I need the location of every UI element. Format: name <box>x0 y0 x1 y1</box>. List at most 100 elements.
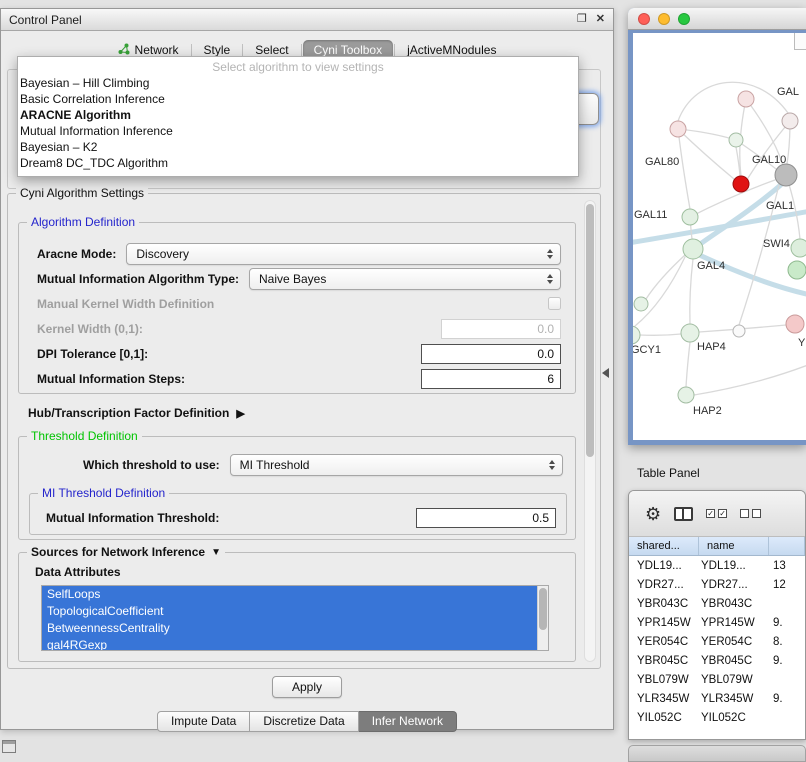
dpi-tolerance-row: DPI Tolerance [0,1]: 0.0 <box>19 341 575 366</box>
bottom-tab-infer-network[interactable]: Infer Network <box>359 711 457 732</box>
sources-legend[interactable]: Sources for Network Inference ▼ <box>27 545 225 559</box>
network-node[interactable] <box>678 387 694 403</box>
which-threshold-value: MI Threshold <box>240 458 310 472</box>
network-node[interactable] <box>634 297 648 311</box>
network-node[interactable] <box>733 176 749 192</box>
algorithm-option[interactable]: Dream8 DC_TDC Algorithm <box>18 155 578 171</box>
gear-icon[interactable]: ⚙ <box>645 505 661 523</box>
float-window-icon[interactable]: ❐ <box>577 14 587 25</box>
network-edge <box>694 365 806 395</box>
table-cell: YBR043C <box>699 598 769 610</box>
bottom-window-edge <box>628 745 806 762</box>
zoom-traffic-light-icon[interactable] <box>678 13 690 25</box>
hub-definition-section[interactable]: Hub/Transcription Factor Definition ▶ <box>28 406 245 420</box>
tab-separator <box>394 44 395 57</box>
mi-threshold-field[interactable]: 0.5 <box>416 508 556 528</box>
network-node[interactable] <box>633 326 640 344</box>
network-node[interactable] <box>788 261 806 279</box>
control-panel-titlebar: Control Panel ❐ ✕ <box>1 9 613 31</box>
network-canvas-area[interactable]: GAL80GAL10GAL11GAL1SWI4GAL4GCY1HAP4HAP2G… <box>633 33 806 440</box>
tab-label: Cyni Toolbox <box>314 43 382 57</box>
column-header-1[interactable]: shared... <box>629 537 699 555</box>
show-all-columns-icon[interactable]: ✓ ✓ <box>706 509 727 518</box>
network-node[interactable] <box>791 239 806 257</box>
attribute-item[interactable]: gal4RGexp <box>42 637 548 651</box>
table-row[interactable]: YBL079WYBL079W <box>629 670 805 689</box>
network-node[interactable] <box>738 91 754 107</box>
panel-collapse-arrow-icon[interactable] <box>602 368 609 378</box>
network-node-label: GAL4 <box>697 260 725 272</box>
aracne-mode-select[interactable]: Discovery <box>126 243 561 265</box>
algorithm-option[interactable]: Basic Correlation Inference <box>18 91 578 107</box>
table-cell: 9. <box>769 693 805 705</box>
minimized-panel-icon[interactable] <box>2 740 16 753</box>
which-threshold-select[interactable]: MI Threshold <box>230 454 563 476</box>
table-cell: YIL052C <box>629 712 699 724</box>
mi-steps-field[interactable]: 6 <box>421 369 561 389</box>
bottom-tab-discretize-data[interactable]: Discretize Data <box>250 711 358 732</box>
table-row[interactable]: YER054CYER054C8. <box>629 632 805 651</box>
algorithm-option[interactable]: ARACNE Algorithm <box>18 107 578 123</box>
column-header-3[interactable] <box>769 537 805 555</box>
attributes-scrollbar-thumb[interactable] <box>539 588 547 630</box>
manual-kernel-label: Manual Kernel Width Definition <box>37 297 214 311</box>
attribute-item[interactable]: BetweennessCentrality <box>42 620 548 637</box>
table-cell: 13 <box>769 560 805 572</box>
network-scrollbar-corner[interactable] <box>794 33 806 50</box>
network-node-label: GAL11 <box>634 209 667 221</box>
column-header-2[interactable]: name <box>699 537 769 555</box>
table-cell: YDL19... <box>629 560 699 572</box>
network-node[interactable] <box>670 121 686 137</box>
table-row[interactable]: YBR045CYBR045C9. <box>629 651 805 670</box>
threshold-definition-group: Threshold Definition Which threshold to … <box>18 436 576 540</box>
network-node[interactable] <box>729 133 743 147</box>
algorithm-option[interactable]: Bayesian – Hill Climbing <box>18 75 578 91</box>
column-browser-icon[interactable] <box>674 507 693 521</box>
attribute-item[interactable]: TopologicalCoefficient <box>42 603 548 620</box>
settings-legend: Cyni Algorithm Settings <box>16 186 148 200</box>
minimize-traffic-light-icon[interactable] <box>658 13 670 25</box>
network-node[interactable] <box>683 239 703 259</box>
table-row[interactable]: YDL19...YDL19...13 <box>629 556 805 575</box>
attribute-item[interactable]: SelfLoops <box>42 586 548 603</box>
network-node[interactable] <box>775 164 797 186</box>
table-cell: YER054C <box>699 636 769 648</box>
tab-separator <box>191 44 192 57</box>
table-toolbar: ⚙ ✓ ✓ <box>629 491 805 537</box>
table-row[interactable]: YIL052CYIL052C <box>629 708 805 727</box>
network-node[interactable] <box>786 315 804 333</box>
combo-arrows-icon <box>547 274 553 284</box>
table-body: YDL19...YDL19...13YDR27...YDR27...12YBR0… <box>629 556 805 727</box>
network-view-window: GAL80GAL10GAL11GAL1SWI4GAL4GCY1HAP4HAP2G… <box>628 8 806 445</box>
which-threshold-label: Which threshold to use: <box>83 458 220 472</box>
tab-separator <box>301 44 302 57</box>
table-row[interactable]: YPR145WYPR145W9. <box>629 613 805 632</box>
dpi-tolerance-field[interactable]: 0.0 <box>421 344 561 364</box>
bottom-tab-impute-data[interactable]: Impute Data <box>157 711 250 732</box>
data-attributes-list[interactable]: SelfLoopsTopologicalCoefficientBetweenne… <box>41 585 549 651</box>
network-node[interactable] <box>681 324 699 342</box>
hide-all-columns-icon[interactable] <box>740 509 761 518</box>
attributes-scrollbar[interactable] <box>537 586 548 650</box>
algorithm-option[interactable]: Bayesian – K2 <box>18 139 578 155</box>
table-row[interactable]: YDR27...YDR27...12 <box>629 575 805 594</box>
which-threshold-row: Which threshold to use: MI Threshold <box>19 453 575 477</box>
algorithm-option[interactable]: Mutual Information Inference <box>18 123 578 139</box>
scrollbar-thumb[interactable] <box>586 204 594 457</box>
network-node[interactable] <box>682 209 698 225</box>
hub-definition-label: Hub/Transcription Factor Definition <box>28 406 229 420</box>
network-node-label: Y <box>798 337 806 349</box>
network-node[interactable] <box>782 113 798 129</box>
network-node[interactable] <box>733 325 745 337</box>
tab-label: Select <box>255 43 288 57</box>
aracne-mode-label: Aracne Mode: <box>37 247 116 261</box>
table-row[interactable]: YBR043CYBR043C <box>629 594 805 613</box>
table-row[interactable]: YLR345WYLR345W9. <box>629 689 805 708</box>
close-window-icon[interactable]: ✕ <box>596 14 605 25</box>
settings-scrollbar[interactable] <box>584 200 596 662</box>
aracne-mode-row: Aracne Mode: Discovery <box>19 241 575 266</box>
close-traffic-light-icon[interactable] <box>638 13 650 25</box>
mi-type-select[interactable]: Naive Bayes <box>249 268 561 290</box>
apply-button[interactable]: Apply <box>272 676 342 698</box>
aracne-mode-value: Discovery <box>136 247 189 261</box>
